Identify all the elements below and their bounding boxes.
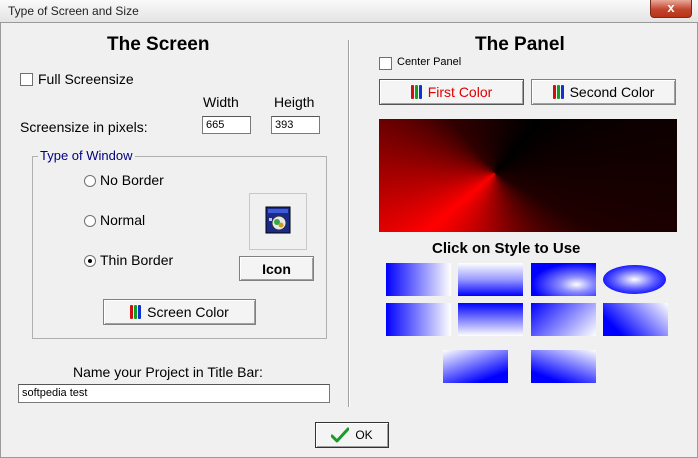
second-color-label: Second Color	[569, 84, 655, 100]
no-border-label: No Border	[100, 172, 164, 188]
title-bar: Type of Screen and Size x	[0, 0, 698, 23]
icon-preview-frame	[249, 193, 307, 250]
palette-bars-icon	[130, 305, 142, 319]
normal-radio[interactable]	[84, 215, 96, 227]
style-swatch-ellipse[interactable]	[603, 265, 666, 294]
style-swatch-diagonal[interactable]	[531, 303, 596, 336]
thin-border-radio[interactable]	[84, 255, 96, 267]
style-swatch-vertical[interactable]	[458, 263, 523, 296]
height-label: Heigth	[274, 94, 315, 110]
style-heading: Click on Style to Use	[432, 240, 581, 257]
project-name-label: Name your Project in Title Bar:	[73, 364, 263, 380]
checkmark-icon	[331, 427, 350, 443]
first-color-button[interactable]: First Color	[379, 79, 524, 105]
style-swatch-top-bottom[interactable]	[458, 303, 523, 336]
window-title: Type of Screen and Size	[8, 4, 139, 18]
ok-button[interactable]: OK	[315, 422, 389, 448]
width-input[interactable]: 665	[202, 116, 251, 134]
window-type-group-label: Type of Window	[38, 148, 135, 163]
style-swatch-diagonal-reverse[interactable]	[603, 303, 668, 336]
thin-border-label: Thin Border	[100, 252, 174, 268]
style-swatch-corner[interactable]	[443, 350, 508, 383]
screen-color-button[interactable]: Screen Color	[103, 299, 256, 325]
normal-label: Normal	[100, 212, 146, 228]
style-swatch-left-right[interactable]	[386, 303, 451, 336]
second-color-button[interactable]: Second Color	[531, 79, 676, 105]
full-screensize-label: Full Screensize	[38, 71, 134, 87]
center-panel-checkbox[interactable]	[379, 57, 392, 70]
screensize-label: Screensize in pixels:	[20, 119, 148, 135]
height-input[interactable]: 393	[271, 116, 320, 134]
close-button[interactable]: x	[650, 0, 692, 18]
center-panel-label: Center Panel	[397, 56, 462, 68]
first-color-label: First Color	[427, 84, 493, 100]
screen-color-label: Screen Color	[147, 304, 229, 320]
style-swatch-corner-reverse[interactable]	[531, 350, 596, 383]
icon-button-label: Icon	[262, 260, 291, 277]
palette-bars-icon	[552, 85, 564, 99]
no-border-radio[interactable]	[84, 175, 96, 187]
screen-heading: The Screen	[107, 34, 210, 55]
app-icon	[265, 206, 291, 234]
icon-button[interactable]: Icon	[239, 256, 314, 281]
panel-heading: The Panel	[475, 34, 565, 55]
style-swatch-radial[interactable]	[531, 263, 596, 296]
vertical-divider	[348, 40, 350, 407]
style-swatch-horizontal[interactable]	[386, 263, 451, 296]
palette-bars-icon	[410, 85, 422, 99]
project-name-input[interactable]: softpedia test	[18, 384, 330, 403]
width-label: Width	[203, 94, 239, 110]
ok-label: OK	[355, 428, 373, 442]
full-screensize-checkbox[interactable]	[20, 73, 33, 86]
panel-preview	[379, 119, 677, 232]
